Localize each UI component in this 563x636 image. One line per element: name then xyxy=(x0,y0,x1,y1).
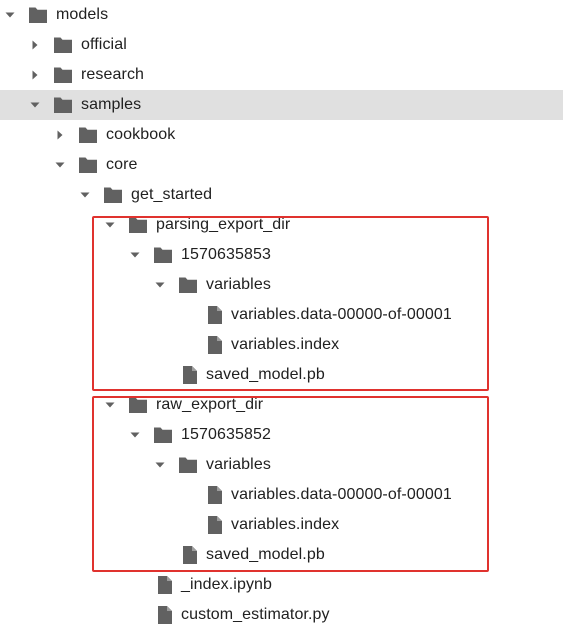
tree-item-label: variables.index xyxy=(231,336,340,353)
folder-icon xyxy=(128,396,148,414)
file-icon xyxy=(205,305,225,324)
tree-row-research[interactable]: research xyxy=(0,60,563,90)
tree-item-label: get_started xyxy=(131,186,213,203)
tree-item-label: saved_model.pb xyxy=(206,546,325,563)
folder-icon xyxy=(53,36,73,54)
tree-row-saved-model-pb[interactable]: saved_model.pb xyxy=(0,540,563,570)
tree-item-label: research xyxy=(81,66,145,83)
tree-item-label: variables xyxy=(206,276,271,293)
caret-down-icon[interactable] xyxy=(79,189,91,201)
tree-row-variables-data-00000-of-00001[interactable]: variables.data-00000-of-00001 xyxy=(0,480,563,510)
tree-row--index-ipynb[interactable]: _index.ipynb xyxy=(0,570,563,600)
tree-row-raw-export-dir[interactable]: raw_export_dir xyxy=(0,390,563,420)
file-icon xyxy=(205,335,225,354)
tree-row-variables[interactable]: variables xyxy=(0,270,563,300)
caret-down-icon[interactable] xyxy=(104,219,116,231)
folder-icon xyxy=(178,276,198,294)
tree-row-official[interactable]: official xyxy=(0,30,563,60)
tree-item-label: 1570635852 xyxy=(181,426,271,443)
file-icon xyxy=(180,365,200,384)
tree-item-label: official xyxy=(81,36,127,53)
file-icon xyxy=(155,605,175,624)
tree-item-label: saved_model.pb xyxy=(206,366,325,383)
folder-icon xyxy=(178,456,198,474)
tree-item-label: custom_estimator.py xyxy=(181,606,330,623)
caret-down-icon[interactable] xyxy=(4,9,16,21)
tree-row-variables-index[interactable]: variables.index xyxy=(0,330,563,360)
tree-row-variables[interactable]: variables xyxy=(0,450,563,480)
folder-icon xyxy=(78,126,98,144)
tree-row-get-started[interactable]: get_started xyxy=(0,180,563,210)
tree-row-core[interactable]: core xyxy=(0,150,563,180)
caret-down-icon[interactable] xyxy=(129,429,141,441)
tree-item-label: core xyxy=(106,156,138,173)
tree-item-label: parsing_export_dir xyxy=(156,216,291,233)
caret-right-icon[interactable] xyxy=(29,69,41,81)
tree-row-custom-estimator-py[interactable]: custom_estimator.py xyxy=(0,600,563,630)
tree-item-label: variables.data-00000-of-00001 xyxy=(231,486,452,503)
tree-row-parsing-export-dir[interactable]: parsing_export_dir xyxy=(0,210,563,240)
tree-item-label: raw_export_dir xyxy=(156,396,264,413)
folder-icon xyxy=(28,6,48,24)
tree-item-label: variables xyxy=(206,456,271,473)
tree-row-cookbook[interactable]: cookbook xyxy=(0,120,563,150)
caret-down-icon[interactable] xyxy=(104,399,116,411)
caret-right-icon[interactable] xyxy=(54,129,66,141)
tree-item-label: 1570635853 xyxy=(181,246,271,263)
tree-row-variables-index[interactable]: variables.index xyxy=(0,510,563,540)
folder-icon xyxy=(128,216,148,234)
tree-row-models[interactable]: models xyxy=(0,0,563,30)
folder-icon xyxy=(78,156,98,174)
tree-row-1570635852[interactable]: 1570635852 xyxy=(0,420,563,450)
caret-down-icon[interactable] xyxy=(29,99,41,111)
file-icon xyxy=(180,545,200,564)
folder-icon xyxy=(153,426,173,444)
caret-right-icon[interactable] xyxy=(29,39,41,51)
folder-icon xyxy=(103,186,123,204)
tree-row-samples[interactable]: samples xyxy=(0,90,563,120)
file-tree: models official research samples cookbook cor… xyxy=(0,0,563,630)
folder-icon xyxy=(53,96,73,114)
tree-item-label: models xyxy=(56,6,109,23)
caret-down-icon[interactable] xyxy=(129,249,141,261)
tree-item-label: _index.ipynb xyxy=(181,576,273,593)
tree-row-saved-model-pb[interactable]: saved_model.pb xyxy=(0,360,563,390)
tree-item-label: cookbook xyxy=(106,126,176,143)
tree-item-label: variables.index xyxy=(231,516,340,533)
folder-icon xyxy=(153,246,173,264)
file-icon xyxy=(205,515,225,534)
caret-down-icon[interactable] xyxy=(154,459,166,471)
caret-down-icon[interactable] xyxy=(154,279,166,291)
folder-icon xyxy=(53,66,73,84)
tree-row-1570635853[interactable]: 1570635853 xyxy=(0,240,563,270)
file-icon xyxy=(205,485,225,504)
file-icon xyxy=(155,575,175,594)
tree-item-label: samples xyxy=(81,96,142,113)
tree-row-variables-data-00000-of-00001[interactable]: variables.data-00000-of-00001 xyxy=(0,300,563,330)
caret-down-icon[interactable] xyxy=(54,159,66,171)
tree-item-label: variables.data-00000-of-00001 xyxy=(231,306,452,323)
